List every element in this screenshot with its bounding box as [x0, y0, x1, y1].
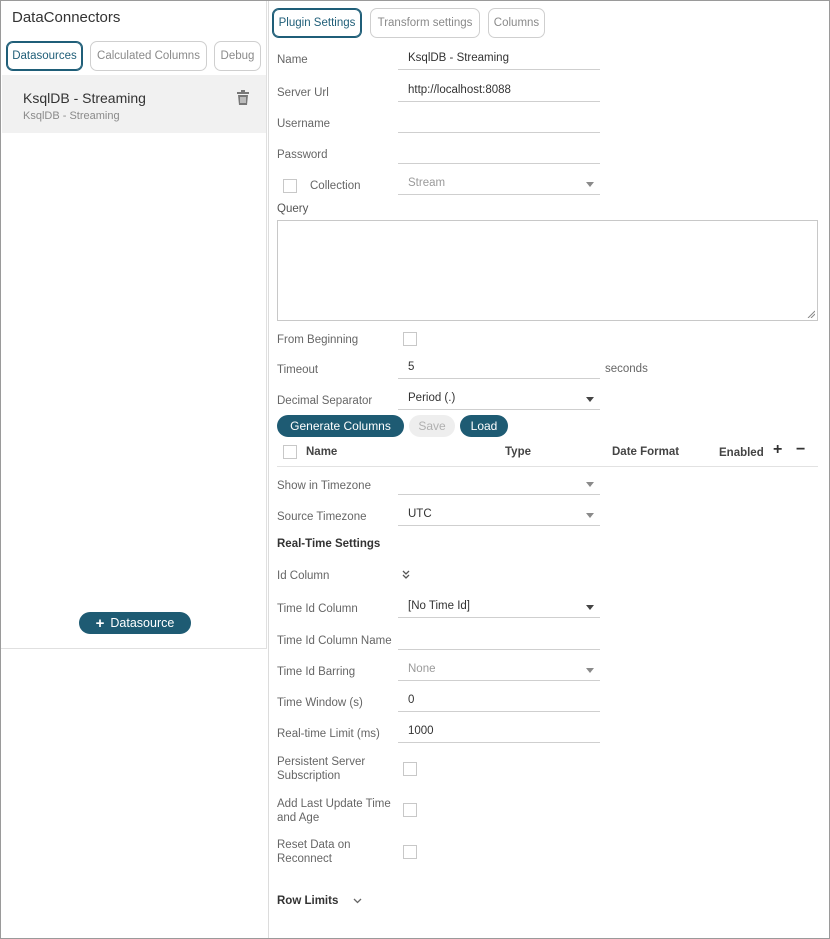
reset-on-reconnect-checkbox[interactable] — [403, 845, 417, 859]
time-id-barring-value: None — [408, 663, 436, 675]
username-label: Username — [277, 118, 331, 130]
server-url-field[interactable]: http://localhost:8088 — [398, 80, 600, 102]
realtime-limit-field[interactable]: 1000 — [398, 721, 600, 743]
chevron-down-icon — [586, 397, 594, 402]
double-chevron-down-icon[interactable] — [402, 570, 410, 580]
realtime-limit-label: Real-time Limit (ms) — [277, 728, 380, 740]
time-id-column-select[interactable]: [No Time Id] — [398, 596, 600, 618]
timeout-label: Timeout — [277, 364, 319, 376]
reset-label-line-2: Reconnect — [277, 853, 332, 865]
timeout-unit: seconds — [605, 363, 648, 375]
last-update-label-line-1: Add Last Update Time — [277, 798, 391, 810]
last-update-time-checkbox[interactable] — [403, 803, 417, 817]
persistent-label-line-1: Persistent Server — [277, 756, 366, 768]
columns-table-divider — [277, 466, 818, 467]
reset-on-reconnect-label: Reset Data on Reconnect — [277, 838, 351, 866]
persistent-label-line-2: Subscription — [277, 770, 341, 782]
collection-select[interactable]: Stream — [398, 173, 600, 195]
password-field[interactable] — [398, 142, 600, 164]
from-beginning-checkbox[interactable] — [403, 332, 417, 346]
time-id-barring-select[interactable]: None — [398, 659, 600, 681]
id-column-label: Id Column — [277, 570, 330, 582]
add-column-icon[interactable]: + — [773, 441, 782, 459]
chevron-down-icon — [586, 513, 594, 518]
username-field[interactable] — [398, 111, 600, 133]
time-window-label: Time Window (s) — [277, 697, 363, 709]
time-window-field[interactable]: 0 — [398, 690, 600, 712]
row-limits-label[interactable]: Row Limits — [277, 895, 338, 907]
query-textarea[interactable] — [277, 220, 818, 321]
timeout-field[interactable]: 5 — [398, 357, 600, 379]
query-label: Query — [277, 203, 309, 215]
remove-column-icon[interactable]: − — [796, 441, 805, 459]
load-button[interactable]: Load — [460, 415, 508, 437]
resize-handle-icon[interactable] — [807, 310, 815, 318]
tab-columns[interactable]: Columns — [488, 8, 545, 38]
generate-columns-button[interactable]: Generate Columns — [277, 415, 404, 437]
datasource-list-item[interactable]: KsqlDB - Streaming KsqlDB - Streaming — [2, 75, 266, 133]
collection-label: Collection — [310, 180, 361, 192]
save-button[interactable]: Save — [409, 415, 455, 437]
source-timezone-value: UTC — [408, 508, 432, 520]
show-in-timezone-label: Show in Timezone — [277, 480, 371, 492]
chevron-down-icon — [586, 668, 594, 673]
realtime-settings-heading: Real-Time Settings — [277, 538, 381, 550]
plus-icon: + — [95, 614, 105, 632]
tab-debug[interactable]: Debug — [214, 41, 261, 71]
column-header-date-format: Date Format — [612, 446, 680, 458]
chevron-down-icon — [586, 482, 594, 487]
persistent-subscription-checkbox[interactable] — [403, 762, 417, 776]
decimal-separator-value: Period (.) — [408, 392, 456, 404]
last-update-time-label: Add Last Update Time and Age — [277, 797, 391, 825]
tab-transform-settings[interactable]: Transform settings — [370, 8, 480, 38]
decimal-separator-select[interactable]: Period (.) — [398, 388, 600, 410]
source-timezone-select[interactable]: UTC — [398, 504, 600, 526]
tab-plugin-settings[interactable]: Plugin Settings — [272, 8, 362, 38]
column-header-enabled: Enabled — [719, 447, 764, 459]
trash-icon[interactable] — [236, 90, 250, 106]
app-title: DataConnectors — [12, 9, 121, 26]
name-field[interactable]: KsqlDB - Streaming — [398, 48, 600, 70]
datasource-subtitle: KsqlDB - Streaming — [23, 110, 120, 122]
column-header-name: Name — [306, 446, 338, 458]
from-beginning-label: From Beginning — [277, 334, 359, 346]
name-label: Name — [277, 54, 308, 66]
last-update-label-line-2: and Age — [277, 812, 320, 824]
column-header-type: Type — [505, 446, 531, 458]
time-id-column-label: Time Id Column — [277, 603, 358, 615]
select-all-columns-checkbox[interactable] — [283, 445, 297, 459]
collection-checkbox[interactable] — [283, 179, 297, 193]
collection-value: Stream — [408, 177, 446, 189]
chevron-down-icon — [586, 182, 594, 187]
source-timezone-label: Source Timezone — [277, 511, 367, 523]
time-id-column-value: [No Time Id] — [408, 600, 470, 612]
tab-datasources[interactable]: Datasources — [6, 41, 83, 71]
password-label: Password — [277, 149, 328, 161]
datasources-panel: DataConnectors Datasources Calculated Co… — [1, 1, 267, 649]
add-datasource-label: Datasource — [110, 616, 175, 630]
time-id-column-name-field[interactable] — [398, 628, 600, 650]
time-id-barring-label: Time Id Barring — [277, 666, 356, 678]
persistent-subscription-label: Persistent Server Subscription — [277, 755, 365, 783]
tab-calculated-columns[interactable]: Calculated Columns — [90, 41, 207, 71]
show-in-timezone-select[interactable] — [398, 473, 600, 495]
time-id-column-name-label: Time Id Column Name — [277, 635, 392, 647]
add-datasource-button[interactable]: + Datasource — [79, 612, 191, 634]
chevron-down-icon — [586, 605, 594, 610]
chevron-down-icon[interactable] — [353, 898, 362, 904]
datasource-name: KsqlDB - Streaming — [23, 90, 146, 106]
reset-label-line-1: Reset Data on — [277, 839, 351, 851]
decimal-separator-label: Decimal Separator — [277, 395, 373, 407]
server-url-label: Server Url — [277, 87, 329, 99]
